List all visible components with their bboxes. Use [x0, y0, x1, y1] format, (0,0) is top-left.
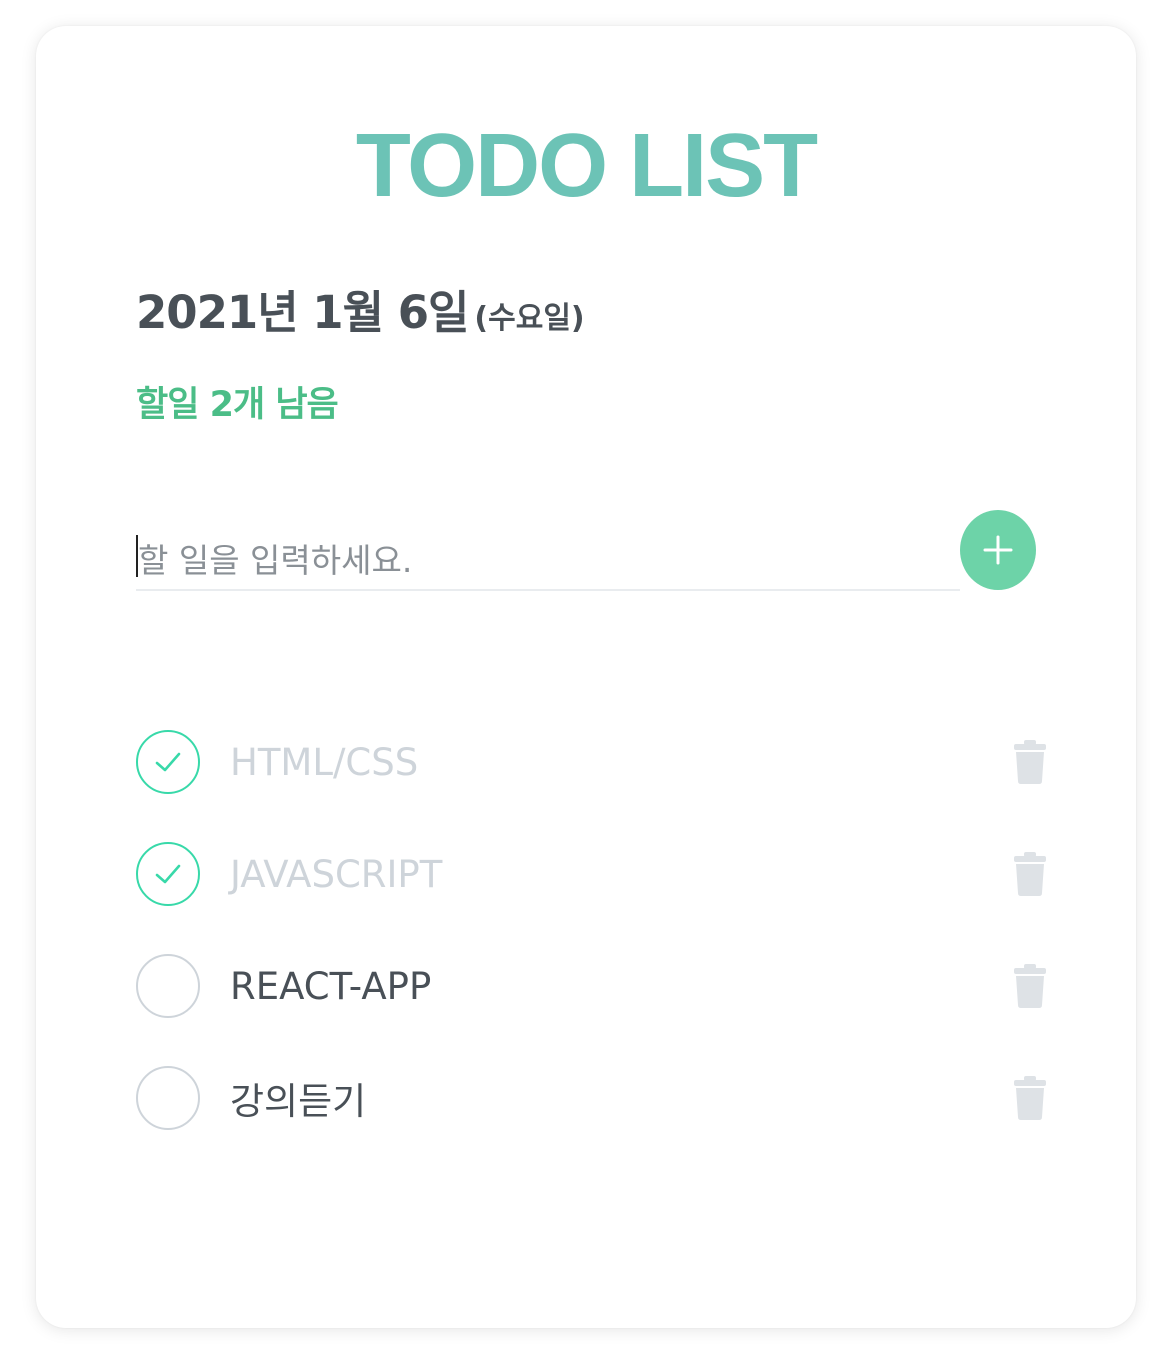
todo-checkbox[interactable] — [136, 730, 200, 794]
date-header: 2021년 1월 6일 (수요일) — [136, 276, 585, 341]
todo-item: JAVASCRIPT — [136, 818, 1046, 930]
todo-checkbox[interactable] — [136, 954, 200, 1018]
check-icon — [155, 752, 181, 772]
todo-item: REACT-APP — [136, 930, 1046, 1042]
todo-list: HTML/CSS JAVASCRIPT REACT-APP 강의듣기 — [136, 706, 1046, 1154]
date-text: 2021년 1월 6일 — [136, 286, 469, 339]
remaining-count: 할일 2개 남음 — [136, 385, 339, 425]
check-icon — [155, 864, 181, 884]
todo-card: TODO LIST 2021년 1월 6일(수요일) 할일 2개 남음 HTML… — [36, 26, 1136, 1328]
todo-text: REACT-APP — [230, 964, 432, 1008]
page-title: TODO LIST — [355, 116, 818, 216]
add-todo-button[interactable] — [960, 510, 1036, 590]
trash-icon[interactable] — [1012, 740, 1048, 784]
todo-item: 강의듣기 — [136, 1042, 1046, 1154]
trash-icon[interactable] — [1012, 964, 1048, 1008]
todo-text: HTML/CSS — [230, 740, 419, 784]
trash-icon[interactable] — [1012, 852, 1048, 896]
todo-text: 강의듣기 — [230, 1080, 367, 1123]
text-caret — [136, 535, 138, 577]
todo-input[interactable] — [136, 531, 960, 589]
day-of-week: (수요일) — [474, 301, 585, 336]
todo-checkbox[interactable] — [136, 842, 200, 906]
todo-input-wrapper — [136, 531, 960, 591]
todo-item: HTML/CSS — [136, 706, 1046, 818]
todo-text: JAVASCRIPT — [230, 852, 443, 896]
todo-checkbox[interactable] — [136, 1066, 200, 1130]
trash-icon[interactable] — [1012, 1076, 1048, 1120]
plus-icon — [983, 535, 1013, 565]
